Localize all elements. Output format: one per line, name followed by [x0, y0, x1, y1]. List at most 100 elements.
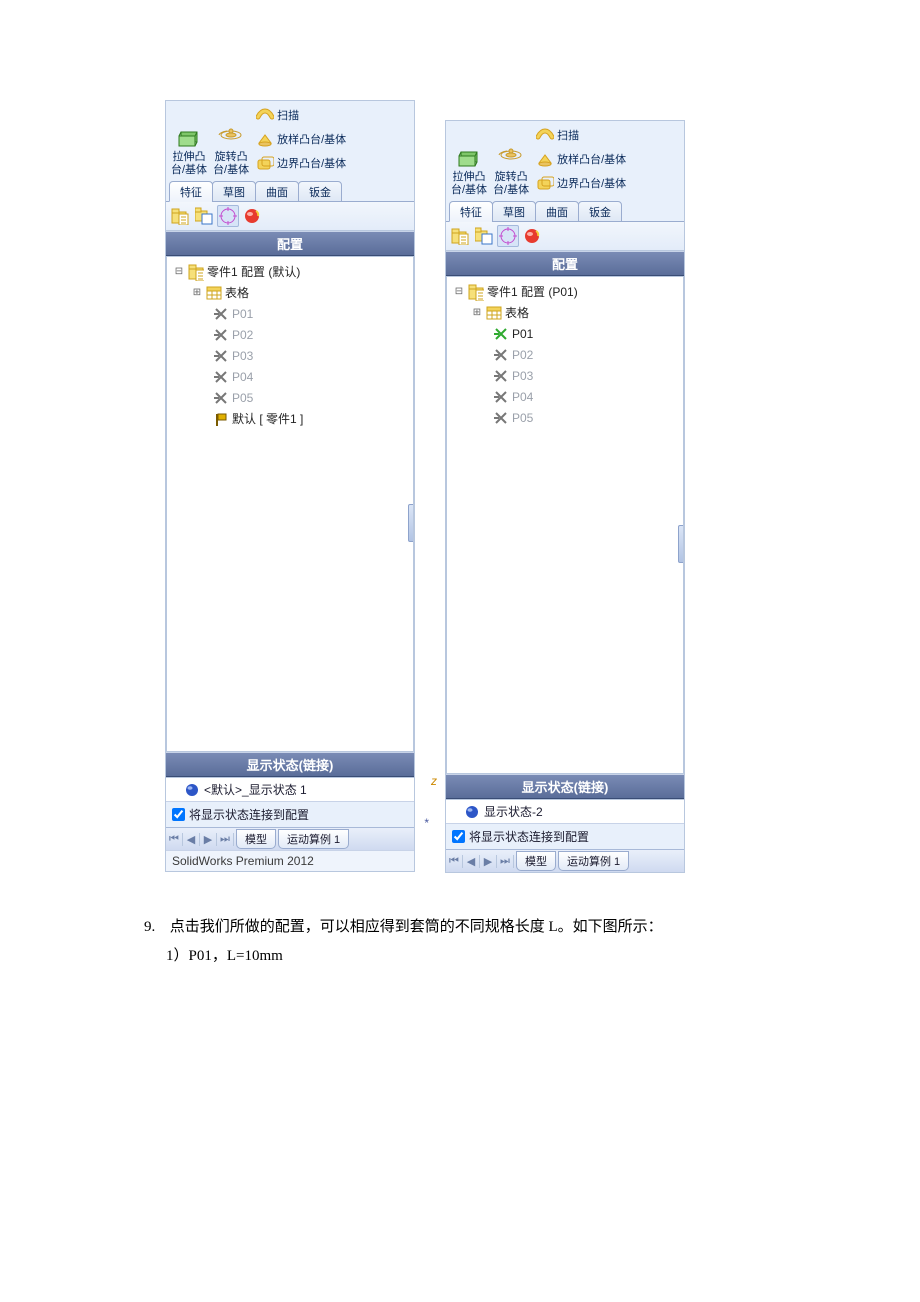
tree-config-item[interactable]: P05	[453, 407, 683, 428]
tab-sheetmetal[interactable]: 钣金	[298, 181, 342, 202]
sheet-tab-model[interactable]: 模型	[236, 829, 276, 849]
nav-prev-icon[interactable]: ◀	[183, 833, 200, 846]
sheet-tab-model[interactable]: 模型	[516, 851, 556, 871]
table-icon	[486, 305, 502, 321]
configmanager-icon[interactable]	[217, 205, 239, 227]
sweep-button[interactable]: 扫描	[256, 103, 346, 127]
boundary-icon	[536, 174, 554, 192]
sphere-icon	[184, 782, 200, 798]
tree-config-item[interactable]: P04	[453, 386, 683, 407]
display-state-area: <默认>_显示状态 1	[166, 777, 414, 801]
featuremanager-icon[interactable]	[169, 205, 191, 227]
tree-tables[interactable]: ⊞ 表格	[453, 302, 683, 323]
collapse-icon[interactable]: ⊟	[453, 286, 465, 297]
tab-feature[interactable]: 特征	[449, 201, 493, 222]
extrude-label-1: 拉伸凸	[173, 151, 206, 164]
display-state-item[interactable]: <默认>_显示状态 1	[166, 778, 414, 801]
display-state-item[interactable]: 显示状态-2	[446, 800, 684, 823]
tree-config-item[interactable]: P04	[173, 366, 413, 387]
config-x-icon	[213, 306, 229, 322]
sheet-tab-motion[interactable]: 运动算例 1	[278, 829, 349, 849]
nav-prev-icon[interactable]: ◀	[463, 855, 480, 868]
tree-tables[interactable]: ⊞ 表格	[173, 282, 413, 303]
config-x-icon	[213, 327, 229, 343]
expand-icon[interactable]: ⊞	[471, 307, 483, 318]
loft-icon	[256, 130, 274, 148]
list-number: 9.	[144, 913, 166, 942]
splitter-handle[interactable]	[408, 504, 414, 542]
revolve-boss-button[interactable]: 旋转凸 台/基体	[490, 123, 532, 199]
tab-surface[interactable]: 曲面	[535, 201, 579, 222]
config-x-icon	[493, 368, 509, 384]
tree-config-item[interactable]: P02	[173, 324, 413, 345]
sheet-nav-buttons[interactable]: ⏮ ◀ ▶ ⏭	[446, 855, 514, 868]
tree-config-item[interactable]: P05	[173, 387, 413, 408]
splitter-handle[interactable]	[678, 525, 684, 563]
solidworks-panel-left: 拉伸凸 台/基体 旋转凸 台/基体 扫描	[165, 100, 415, 872]
nav-last-icon[interactable]: ⏭	[497, 855, 514, 868]
nav-next-icon[interactable]: ▶	[200, 833, 217, 846]
sweep-button[interactable]: 扫描	[536, 123, 626, 147]
config-x-icon	[493, 410, 509, 426]
propertymanager-icon[interactable]	[473, 225, 495, 247]
config-item-label: P01	[232, 307, 253, 321]
list-main-text: 点击我们所做的配置，可以相应得到套筒的不同规格长度 L。如下图所示：	[170, 919, 663, 935]
boundary-label: 边界凸台/基体	[557, 175, 626, 191]
boundary-label: 边界凸台/基体	[277, 155, 346, 171]
featuremanager-icon[interactable]	[449, 225, 471, 247]
config-item-label: P02	[512, 348, 533, 362]
tree-config-item[interactable]: P03	[173, 345, 413, 366]
boundary-button[interactable]: 边界凸台/基体	[256, 151, 346, 175]
tree-config-item[interactable]: P02	[453, 344, 683, 365]
tree-root[interactable]: ⊟ 零件1 配置 (P01)	[453, 281, 683, 302]
manager-iconbar	[446, 222, 684, 251]
tab-feature[interactable]: 特征	[169, 181, 213, 202]
boundary-icon	[256, 154, 274, 172]
nav-first-icon[interactable]: ⏮	[166, 833, 183, 846]
loft-button[interactable]: 放样凸台/基体	[256, 127, 346, 151]
display-state-area: 显示状态-2	[446, 799, 684, 823]
propertymanager-icon[interactable]	[193, 205, 215, 227]
config-item-label: P05	[512, 411, 533, 425]
nav-next-icon[interactable]: ▶	[480, 855, 497, 868]
status-bar: SolidWorks Premium 2012	[166, 850, 414, 871]
tab-surface[interactable]: 曲面	[255, 181, 299, 202]
tree-config-item[interactable]: P01	[173, 303, 413, 324]
revolve-boss-button[interactable]: 旋转凸 台/基体	[210, 103, 252, 179]
appearance-icon[interactable]	[521, 225, 543, 247]
nav-last-icon[interactable]: ⏭	[217, 833, 234, 846]
loft-label: 放样凸台/基体	[557, 151, 626, 167]
tree-config-item[interactable]: P03	[453, 365, 683, 386]
tree-default-config[interactable]: 默认 [ 零件1 ]	[173, 408, 413, 429]
bottom-tabbar: ⏮ ◀ ▶ ⏭ 模型 运动算例 1	[446, 849, 684, 872]
tab-sheetmetal[interactable]: 钣金	[578, 201, 622, 222]
sweep-label: 扫描	[277, 107, 299, 123]
appearance-icon[interactable]	[241, 205, 263, 227]
config-root-icon	[188, 264, 204, 280]
extrude-boss-button[interactable]: 拉伸凸 台/基体	[168, 103, 210, 179]
configmanager-icon[interactable]	[497, 225, 519, 247]
bottom-tabbar: ⏮ ◀ ▶ ⏭ 模型 运动算例 1	[166, 827, 414, 850]
link-display-state-row[interactable]: 将显示状态连接到配置	[166, 801, 414, 827]
collapse-icon[interactable]: ⊟	[173, 266, 185, 277]
tree-root[interactable]: ⊟ 零件1 配置 (默认)	[173, 261, 413, 282]
tree-root-label: 零件1 配置 (默认)	[207, 263, 300, 280]
boundary-button[interactable]: 边界凸台/基体	[536, 171, 626, 195]
tab-sketch[interactable]: 草图	[212, 181, 256, 202]
extrude-boss-button[interactable]: 拉伸凸 台/基体	[448, 123, 490, 199]
tree-config-item-active[interactable]: P01	[453, 323, 683, 344]
expand-icon[interactable]: ⊞	[191, 287, 203, 298]
config-tree[interactable]: ⊟ 零件1 配置 (默认) ⊞ 表格 P01	[166, 256, 414, 752]
config-root-icon	[468, 284, 484, 300]
sheet-nav-buttons[interactable]: ⏮ ◀ ▶ ⏭	[166, 833, 234, 846]
link-display-state-checkbox[interactable]	[172, 808, 185, 821]
tab-sketch[interactable]: 草图	[492, 201, 536, 222]
display-state-label: 显示状态-2	[484, 803, 543, 820]
sheet-tab-motion[interactable]: 运动算例 1	[558, 851, 629, 871]
loft-button[interactable]: 放样凸台/基体	[536, 147, 626, 171]
link-display-state-checkbox[interactable]	[452, 830, 465, 843]
table-icon	[206, 285, 222, 301]
nav-first-icon[interactable]: ⏮	[446, 855, 463, 868]
config-tree[interactable]: ⊟ 零件1 配置 (P01) ⊞ 表格 P01	[446, 276, 684, 774]
link-display-state-row[interactable]: 将显示状态连接到配置	[446, 823, 684, 849]
